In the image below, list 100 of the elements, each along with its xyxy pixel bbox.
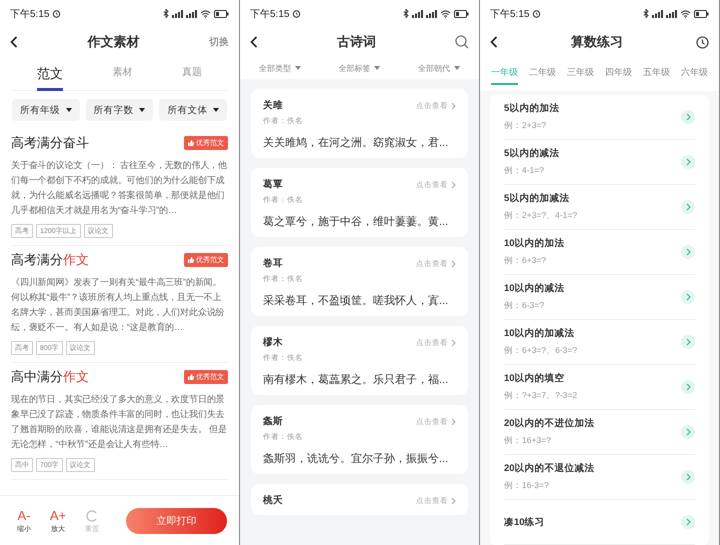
wifi-icon <box>440 10 451 18</box>
filter-dropdown[interactable]: 所有字数 <box>86 99 154 121</box>
filter-dropdown[interactable]: 全部朝代 <box>418 62 460 74</box>
poem-excerpt: 螽斯羽，诜诜兮。宜尔子孙，振振兮... <box>263 452 450 466</box>
chevron-button[interactable] <box>681 515 695 529</box>
grade-tab[interactable]: 二年级 <box>529 65 556 85</box>
bluetooth-icon <box>403 9 409 18</box>
caret-icon <box>454 66 460 70</box>
exercise-title[interactable]: 5以内的加减法 <box>504 192 578 205</box>
poem-excerpt: 采采卷耳，不盈顷筐。嗟我怀人，寘... <box>263 294 450 308</box>
grade-tab[interactable]: 六年级 <box>681 65 708 85</box>
status-time: 下午5:15 <box>250 8 290 20</box>
exercise-example: 例：2+3=? <box>504 120 548 132</box>
filter-dropdown[interactable]: 全部标签 <box>338 62 380 74</box>
poem-title: 螽斯 <box>263 415 283 428</box>
status-time: 下午5:15 <box>490 8 530 20</box>
exercise-example: 例：16-3=? <box>504 480 550 492</box>
grade-tab[interactable]: 三年级 <box>567 65 594 85</box>
exercise-title[interactable]: 20以内的不退位减法 <box>504 462 595 475</box>
filter-dropdown[interactable]: 所有文体 <box>159 99 228 121</box>
switch-button[interactable]: 切换 <box>209 35 229 49</box>
search-icon[interactable] <box>455 35 469 49</box>
battery-icon <box>214 10 229 18</box>
exercise-title[interactable]: 10以内的填空 <box>504 372 578 385</box>
caret-icon <box>66 108 72 112</box>
back-icon[interactable] <box>490 36 498 48</box>
poem-title: 葛覃 <box>263 178 283 191</box>
grade-tab[interactable]: 五年级 <box>643 65 670 85</box>
chevron-icon <box>451 418 456 426</box>
filter-dropdown[interactable]: 全部类型 <box>258 62 301 74</box>
wifi-icon <box>200 10 211 18</box>
chevron-button[interactable] <box>681 335 695 349</box>
poem-title: 樛木 <box>263 336 283 349</box>
chevron-button[interactable] <box>681 200 695 214</box>
exercise-title[interactable]: 10以内的加减法 <box>504 327 578 340</box>
poem-title: 关雎 <box>263 99 283 112</box>
chevron-button[interactable] <box>681 155 695 169</box>
signal-icon <box>666 10 677 18</box>
thumbs-up-icon <box>188 374 194 380</box>
poem-excerpt: 葛之覃兮，施于中谷，维叶萋萋。黄... <box>263 214 450 229</box>
filter-dropdown[interactable]: 所有年级 <box>12 99 80 121</box>
signal-icon <box>172 10 183 18</box>
clock-icon[interactable] <box>696 36 709 48</box>
chevron-icon <box>451 496 456 504</box>
tab[interactable]: 范文 <box>36 65 63 91</box>
caret-icon <box>294 66 301 70</box>
caret-icon <box>374 66 380 70</box>
poem-title: 桃夭 <box>263 494 283 507</box>
screen-title: 作文素材 <box>88 33 140 51</box>
chevron-icon <box>451 260 456 268</box>
poem-excerpt: 关关雎鸠，在河之洲。窈窕淑女，君... <box>263 136 450 150</box>
grade-tab[interactable]: 四年级 <box>605 65 632 85</box>
status-time: 下午5:15 <box>10 8 50 20</box>
print-button[interactable]: 立即打印 <box>126 508 227 534</box>
alarm-clock-icon <box>532 9 542 18</box>
chevron-icon <box>451 180 456 188</box>
exercise-example: 例：6-3=? <box>504 300 545 312</box>
chevron-icon <box>686 203 690 211</box>
back-icon[interactable] <box>10 36 18 48</box>
reset-icon <box>86 508 98 524</box>
chevron-button[interactable] <box>681 110 695 124</box>
poem-excerpt: 南有樛木，葛藟累之。乐只君子，福... <box>263 372 450 387</box>
back-icon[interactable] <box>250 36 258 48</box>
article-excerpt: 《四川新闻网》发表了一则有关“最牛高三班”的新闻。何以称其“最牛”？该班所有人均上重点线，且无一不上名牌大学，甚而美国麻省理工。对此，人们对此众说纷纭，褒贬不一。有人如是说：“这是教育的… <box>11 276 226 334</box>
signal-icon <box>426 10 437 18</box>
article-title[interactable]: 高考满分作文 <box>11 251 89 269</box>
screen-title: 算数练习 <box>571 33 623 51</box>
chevron-button[interactable] <box>681 470 695 484</box>
chevron-button[interactable] <box>681 380 695 394</box>
thumbs-up-icon <box>188 257 194 263</box>
article-title[interactable]: 高中满分作文 <box>11 368 89 386</box>
exercise-title[interactable]: 10以内的减法 <box>504 282 565 295</box>
chevron-icon <box>686 293 690 301</box>
exercise-example: 例：4-1=? <box>504 165 545 177</box>
wifi-icon <box>680 10 691 18</box>
poem-title: 卷耳 <box>263 257 283 270</box>
exercise-title[interactable]: 10以内的加法 <box>504 237 565 250</box>
battery-icon <box>694 10 709 18</box>
screen-title: 古诗词 <box>337 33 376 51</box>
battery-icon <box>454 10 469 18</box>
signal-icon <box>412 10 423 18</box>
exercise-example: 例：16+3=? <box>504 435 552 447</box>
chevron-button[interactable] <box>681 425 695 439</box>
chevron-icon <box>686 248 690 256</box>
chevron-button[interactable] <box>681 245 695 259</box>
chevron-icon <box>451 102 456 110</box>
chevron-icon <box>451 338 456 346</box>
article-title[interactable]: 高考满分奋斗 <box>11 134 89 152</box>
article-excerpt: 现在的节日，其实已经没了多大的意义，欢度节日的景象早已没了踪迹，物质条件丰富的同时，也让我们失去了翘首期盼的欣喜，谁能说清这是拥有还是失去。 但是无论怎样，“中秋节”还是会让人有些特… <box>11 393 228 451</box>
thumbs-up-icon <box>188 140 194 146</box>
chevron-icon <box>686 158 690 166</box>
exercise-title[interactable]: 20以内的不进位加法 <box>504 417 595 430</box>
exercise-title[interactable]: 5以内的加法 <box>504 102 560 115</box>
exercise-title[interactable]: 5以内的减法 <box>504 147 560 160</box>
exercise-title[interactable]: 凑10练习 <box>504 516 545 528</box>
signal-icon <box>186 10 197 18</box>
exercise-example: 例：?+3=7、?-3=2 <box>504 390 578 402</box>
exercise-example: 例：2+3=?、4-1=? <box>504 210 578 222</box>
chevron-button[interactable] <box>681 290 695 304</box>
exercise-example: 例：6+3=? <box>504 255 548 267</box>
